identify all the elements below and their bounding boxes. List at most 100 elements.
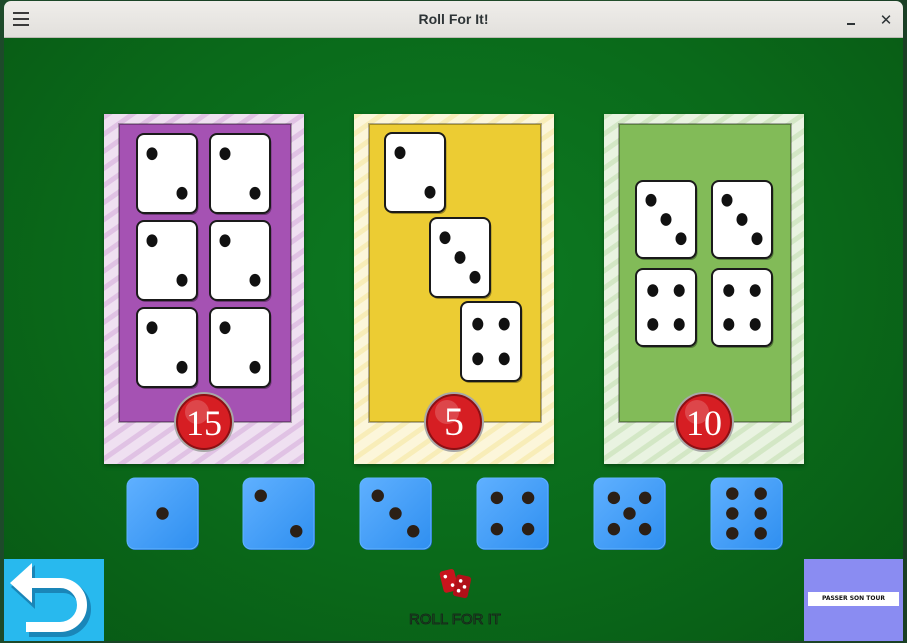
die-face-4 [635,268,698,348]
die-face-2 [209,307,272,389]
points-value: 10 [686,403,722,443]
logo-text: ROLL FOR IT [409,611,501,628]
app-window: Roll For It! ✕ 15 5 10 ROLL FOR IT PASSE… [4,1,903,641]
die-face-2 [209,133,272,215]
pip [749,318,761,331]
pip [490,522,504,536]
player-die[interactable] [126,477,200,551]
die-face-2 [209,220,272,302]
die-face-3 [429,217,492,299]
pip [721,193,733,207]
pip [726,487,739,500]
pip [219,147,231,161]
back-button[interactable] [4,559,104,641]
pip [749,284,761,297]
pip [498,317,510,331]
pip [249,273,261,287]
title-bar: Roll For It! ✕ [4,1,903,38]
pip [254,489,267,502]
pip [146,321,158,335]
pip [407,525,420,538]
pip [469,270,481,284]
pip [736,213,748,226]
player-die[interactable] [593,477,667,551]
scoring-card-purple[interactable]: 15 [104,114,304,464]
die-face-5 [593,477,666,550]
pip [219,234,231,248]
pip [660,213,672,226]
die-face-2 [136,307,199,389]
pip [623,507,636,520]
minimize-button[interactable] [840,9,862,31]
pip [176,186,188,200]
pip [607,522,621,536]
window-title: Roll For It! [418,11,489,27]
points-value: 15 [186,403,222,443]
pip [638,522,652,536]
die-face-3 [711,180,774,260]
pass-turn-panel: PASSER SON TOUR [804,559,903,641]
pip [645,193,657,207]
game-table: 15 5 10 ROLL FOR IT PASSER SON TOUR [4,38,903,641]
points-badge: 5 [424,392,484,452]
pip [249,186,261,200]
die-face-2 [136,220,199,302]
pip [176,360,188,374]
pass-turn-button[interactable]: PASSER SON TOUR [808,592,899,606]
pip [472,352,484,366]
pip [498,352,510,366]
close-button[interactable]: ✕ [875,9,897,31]
pip [647,318,659,331]
die-face-3 [359,477,432,550]
pip [439,231,451,245]
die-face-4 [711,268,774,348]
die-face-1 [126,477,199,550]
pip [146,147,158,161]
player-die[interactable] [242,477,316,551]
pip [176,273,188,287]
pip [521,522,535,536]
pip [156,507,169,520]
pip [754,527,767,540]
pip [249,360,261,374]
player-die[interactable] [710,477,784,551]
pip [521,491,535,505]
die-face-2 [242,477,315,550]
pip [219,321,231,335]
player-die[interactable] [359,477,433,551]
pip [290,525,303,538]
pip [675,232,687,246]
pip [454,251,466,264]
minimize-icon [847,23,855,25]
pip [394,146,406,160]
game-logo: ROLL FOR IT [409,566,501,628]
pip [490,491,504,505]
pip [389,507,402,520]
pip [723,318,735,331]
die-face-6 [710,477,783,550]
pip [607,491,621,505]
pip [723,284,735,297]
pip [726,507,739,520]
pip [647,284,659,297]
die-face-2 [384,132,447,214]
pip [751,232,763,246]
points-badge: 10 [674,392,734,452]
player-die[interactable] [476,477,550,551]
scoring-card-yellow[interactable]: 5 [354,114,554,464]
die-face-4 [460,301,523,383]
pip [673,284,685,297]
pip [472,317,484,331]
pip [146,234,158,248]
pip [638,491,652,505]
pip [371,489,384,502]
undo-arrow-icon [10,563,91,637]
pip [754,487,767,500]
pip [424,185,436,199]
die-face-2 [136,133,199,215]
pip [673,318,685,331]
die-face-4 [476,477,549,550]
pip [754,507,767,520]
scoring-card-green[interactable]: 10 [604,114,804,464]
die-face-3 [635,180,698,260]
